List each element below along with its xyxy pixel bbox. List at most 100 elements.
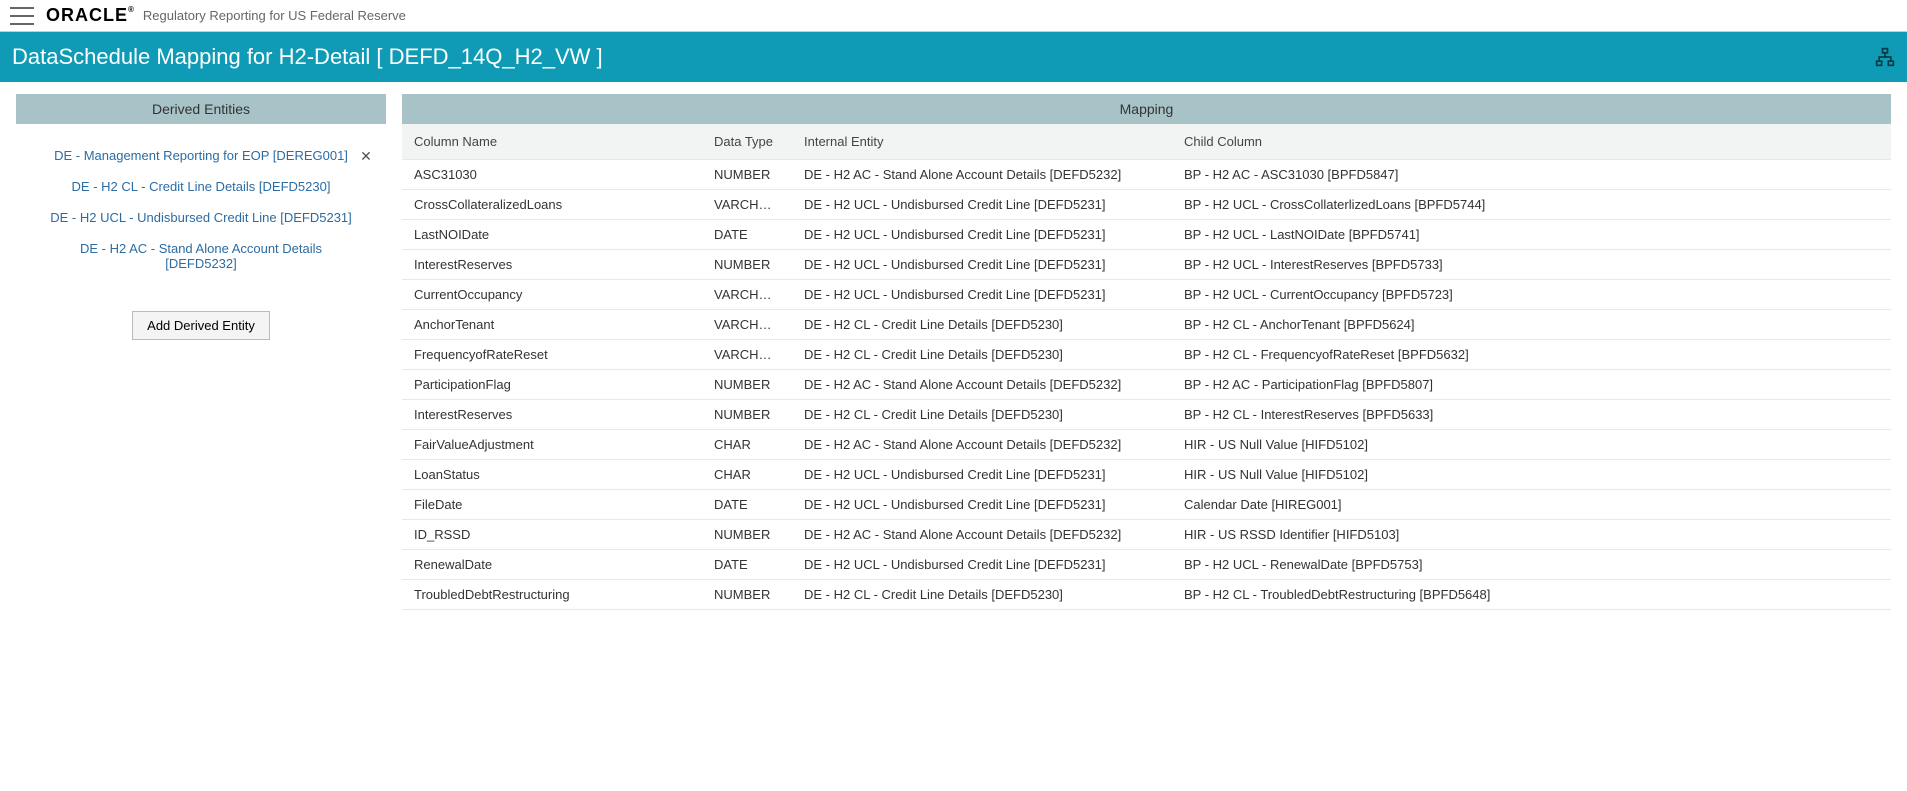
cell-type: NUMBER bbox=[702, 370, 792, 400]
cell-type: VARCHAR2 bbox=[702, 280, 792, 310]
derived-entities-panel: Derived Entities DE - Management Reporti… bbox=[16, 94, 386, 340]
cell-entity: DE - H2 UCL - Undisbursed Credit Line [D… bbox=[792, 550, 1172, 580]
table-row[interactable]: FrequencyofRateResetVARCHAR2DE - H2 CL -… bbox=[402, 340, 1891, 370]
cell-entity: DE - H2 AC - Stand Alone Account Details… bbox=[792, 430, 1172, 460]
col-header-internal-entity[interactable]: Internal Entity bbox=[792, 124, 1172, 160]
cell-col: FrequencyofRateReset bbox=[402, 340, 702, 370]
cell-type: NUMBER bbox=[702, 160, 792, 190]
table-row[interactable]: TroubledDebtRestructuringNUMBERDE - H2 C… bbox=[402, 580, 1891, 610]
table-row[interactable]: LastNOIDateDATEDE - H2 UCL - Undisbursed… bbox=[402, 220, 1891, 250]
table-row[interactable]: InterestReservesNUMBERDE - H2 CL - Credi… bbox=[402, 400, 1891, 430]
cell-col: AnchorTenant bbox=[402, 310, 702, 340]
cell-entity: DE - H2 CL - Credit Line Details [DEFD52… bbox=[792, 340, 1172, 370]
derived-entities-header: Derived Entities bbox=[16, 94, 386, 124]
cell-entity: DE - H2 AC - Stand Alone Account Details… bbox=[792, 160, 1172, 190]
cell-child: BP - H2 CL - InterestReserves [BPFD5633] bbox=[1172, 400, 1891, 430]
page-title: DataSchedule Mapping for H2-Detail [ DEF… bbox=[12, 44, 603, 70]
cell-col: TroubledDebtRestructuring bbox=[402, 580, 702, 610]
cell-child: BP - H2 UCL - LastNOIDate [BPFD5741] bbox=[1172, 220, 1891, 250]
cell-child: Calendar Date [HIREG001] bbox=[1172, 490, 1891, 520]
table-row[interactable]: ID_RSSDNUMBERDE - H2 AC - Stand Alone Ac… bbox=[402, 520, 1891, 550]
cell-child: BP - H2 UCL - CurrentOccupancy [BPFD5723… bbox=[1172, 280, 1891, 310]
main-content: Derived Entities DE - Management Reporti… bbox=[0, 82, 1907, 622]
table-row[interactable]: LoanStatusCHARDE - H2 UCL - Undisbursed … bbox=[402, 460, 1891, 490]
cell-type: CHAR bbox=[702, 430, 792, 460]
cell-child: BP - H2 CL - TroubledDebtRestructuring [… bbox=[1172, 580, 1891, 610]
cell-type: DATE bbox=[702, 220, 792, 250]
cell-col: CrossCollateralizedLoans bbox=[402, 190, 702, 220]
cell-entity: DE - H2 UCL - Undisbursed Credit Line [D… bbox=[792, 490, 1172, 520]
cell-entity: DE - H2 UCL - Undisbursed Credit Line [D… bbox=[792, 280, 1172, 310]
cell-col: CurrentOccupancy bbox=[402, 280, 702, 310]
cell-type: NUMBER bbox=[702, 400, 792, 430]
cell-entity: DE - H2 AC - Stand Alone Account Details… bbox=[792, 520, 1172, 550]
entity-row: DE - Management Reporting for EOP [DEREG… bbox=[24, 140, 378, 171]
cell-entity: DE - H2 AC - Stand Alone Account Details… bbox=[792, 370, 1172, 400]
cell-entity: DE - H2 UCL - Undisbursed Credit Line [D… bbox=[792, 220, 1172, 250]
entity-row: DE - H2 CL - Credit Line Details [DEFD52… bbox=[24, 171, 378, 202]
close-icon[interactable]: ✕ bbox=[358, 148, 374, 165]
oracle-logo: ORACLE® bbox=[46, 5, 135, 26]
entity-link[interactable]: DE - H2 UCL - Undisbursed Credit Line [D… bbox=[50, 210, 352, 225]
mapping-header: Mapping bbox=[402, 94, 1891, 124]
table-row[interactable]: AnchorTenantVARCHAR2DE - H2 CL - Credit … bbox=[402, 310, 1891, 340]
cell-type: DATE bbox=[702, 550, 792, 580]
hierarchy-icon[interactable] bbox=[1875, 47, 1895, 67]
cell-entity: DE - H2 CL - Credit Line Details [DEFD52… bbox=[792, 400, 1172, 430]
add-derived-entity-button[interactable]: Add Derived Entity bbox=[132, 311, 270, 340]
cell-type: VARCHAR2 bbox=[702, 340, 792, 370]
cell-child: BP - H2 UCL - InterestReserves [BPFD5733… bbox=[1172, 250, 1891, 280]
cell-entity: DE - H2 UCL - Undisbursed Credit Line [D… bbox=[792, 190, 1172, 220]
cell-type: VARCHAR2 bbox=[702, 190, 792, 220]
entity-link[interactable]: DE - H2 AC - Stand Alone Account Details… bbox=[44, 241, 358, 271]
cell-entity: DE - H2 UCL - Undisbursed Credit Line [D… bbox=[792, 250, 1172, 280]
cell-child: BP - H2 AC - ASC31030 [BPFD5847] bbox=[1172, 160, 1891, 190]
table-row[interactable]: FairValueAdjustmentCHARDE - H2 AC - Stan… bbox=[402, 430, 1891, 460]
cell-type: CHAR bbox=[702, 460, 792, 490]
table-row[interactable]: ASC31030NUMBERDE - H2 AC - Stand Alone A… bbox=[402, 160, 1891, 190]
cell-type: NUMBER bbox=[702, 520, 792, 550]
app-subtitle: Regulatory Reporting for US Federal Rese… bbox=[143, 8, 406, 23]
table-row[interactable]: RenewalDateDATEDE - H2 UCL - Undisbursed… bbox=[402, 550, 1891, 580]
cell-child: HIR - US RSSD Identifier [HIFD5103] bbox=[1172, 520, 1891, 550]
cell-child: BP - H2 CL - AnchorTenant [BPFD5624] bbox=[1172, 310, 1891, 340]
entity-link[interactable]: DE - H2 CL - Credit Line Details [DEFD52… bbox=[72, 179, 331, 194]
cell-col: LoanStatus bbox=[402, 460, 702, 490]
cell-type: NUMBER bbox=[702, 580, 792, 610]
top-bar: ORACLE® Regulatory Reporting for US Fede… bbox=[0, 0, 1907, 32]
table-row[interactable]: ParticipationFlagNUMBERDE - H2 AC - Stan… bbox=[402, 370, 1891, 400]
col-header-data-type[interactable]: Data Type bbox=[702, 124, 792, 160]
cell-col: FairValueAdjustment bbox=[402, 430, 702, 460]
cell-col: ASC31030 bbox=[402, 160, 702, 190]
col-header-column-name[interactable]: Column Name bbox=[402, 124, 702, 160]
entity-list: DE - Management Reporting for EOP [DEREG… bbox=[16, 124, 386, 287]
mapping-table-scroll[interactable]: Column Name Data Type Internal Entity Ch… bbox=[402, 124, 1891, 610]
cell-col: InterestReserves bbox=[402, 400, 702, 430]
table-row[interactable]: FileDateDATEDE - H2 UCL - Undisbursed Cr… bbox=[402, 490, 1891, 520]
hamburger-icon[interactable] bbox=[10, 7, 34, 25]
cell-col: FileDate bbox=[402, 490, 702, 520]
mapping-table: Column Name Data Type Internal Entity Ch… bbox=[402, 124, 1891, 609]
cell-type: NUMBER bbox=[702, 250, 792, 280]
mapping-panel: Mapping Column Name Data Type Internal E… bbox=[402, 94, 1891, 610]
entity-row: DE - H2 AC - Stand Alone Account Details… bbox=[24, 233, 378, 279]
cell-col: ID_RSSD bbox=[402, 520, 702, 550]
cell-child: BP - H2 UCL - RenewalDate [BPFD5753] bbox=[1172, 550, 1891, 580]
table-row[interactable]: InterestReservesNUMBERDE - H2 UCL - Undi… bbox=[402, 250, 1891, 280]
table-row[interactable]: CurrentOccupancyVARCHAR2DE - H2 UCL - Un… bbox=[402, 280, 1891, 310]
col-header-child-column[interactable]: Child Column bbox=[1172, 124, 1891, 160]
cell-entity: DE - H2 CL - Credit Line Details [DEFD52… bbox=[792, 310, 1172, 340]
table-row[interactable]: CrossCollateralizedLoansVARCHAR2DE - H2 … bbox=[402, 190, 1891, 220]
cell-entity: DE - H2 CL - Credit Line Details [DEFD52… bbox=[792, 580, 1172, 610]
cell-type: VARCHAR2 bbox=[702, 310, 792, 340]
cell-type: DATE bbox=[702, 490, 792, 520]
cell-child: BP - H2 AC - ParticipationFlag [BPFD5807… bbox=[1172, 370, 1891, 400]
cell-col: RenewalDate bbox=[402, 550, 702, 580]
cell-entity: DE - H2 UCL - Undisbursed Credit Line [D… bbox=[792, 460, 1172, 490]
cell-child: HIR - US Null Value [HIFD5102] bbox=[1172, 430, 1891, 460]
cell-child: BP - H2 CL - FrequencyofRateReset [BPFD5… bbox=[1172, 340, 1891, 370]
cell-col: ParticipationFlag bbox=[402, 370, 702, 400]
entity-row: DE - H2 UCL - Undisbursed Credit Line [D… bbox=[24, 202, 378, 233]
cell-child: BP - H2 UCL - CrossCollaterlizedLoans [B… bbox=[1172, 190, 1891, 220]
entity-link[interactable]: DE - Management Reporting for EOP [DEREG… bbox=[54, 148, 348, 163]
